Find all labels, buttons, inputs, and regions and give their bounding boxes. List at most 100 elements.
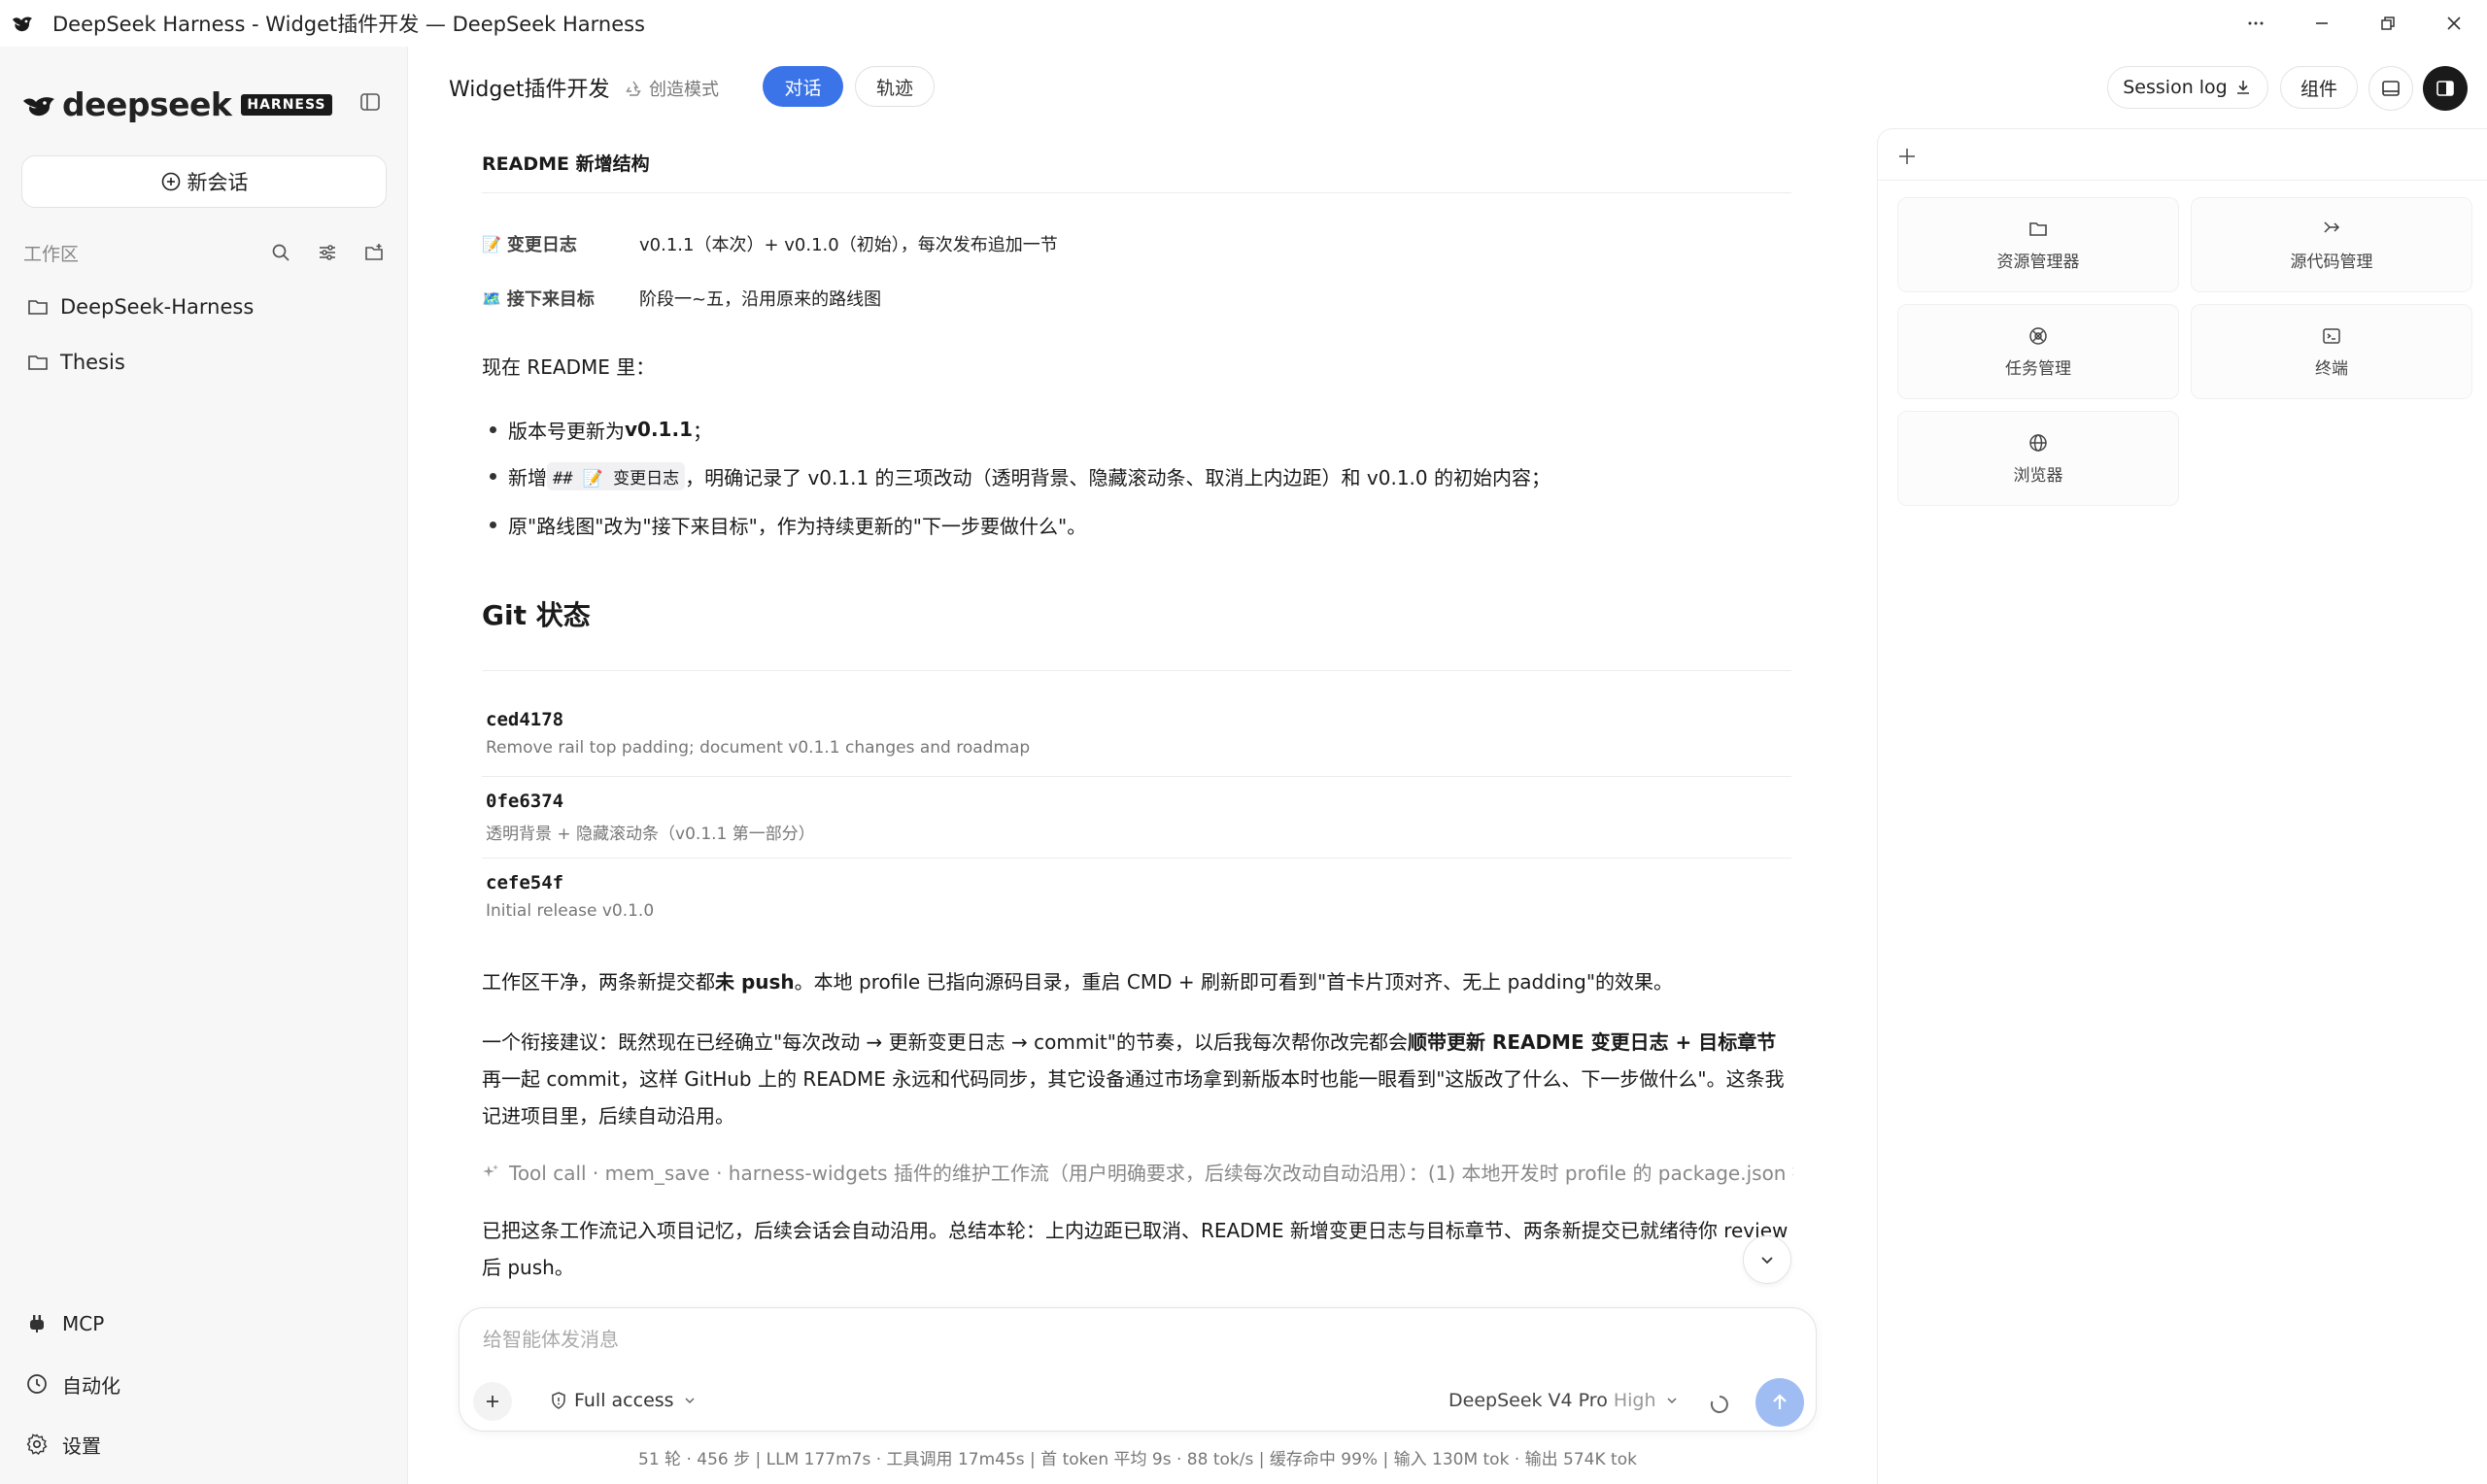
message-composer: Full access DeepSeek V4 Pro High bbox=[459, 1307, 1817, 1432]
bullet-text: 原"路线图"改为"接下来目标"，作为持续更新的"下一步要做什么"。 bbox=[508, 514, 1087, 538]
search-icon bbox=[272, 244, 290, 261]
gear-icon bbox=[26, 1433, 48, 1455]
bullet-text: ； bbox=[692, 419, 712, 443]
attach-button[interactable] bbox=[473, 1382, 512, 1421]
download-icon bbox=[2236, 81, 2249, 94]
bottom-panel-toggle-button[interactable] bbox=[2368, 66, 2413, 111]
restore-icon bbox=[2381, 17, 2395, 30]
paragraph: 一个衔接建议：既然现在已经确立"每次改动 → 更新变更日志 → commit"的… bbox=[482, 1024, 1793, 1134]
readme-heading: README 新增结构 bbox=[482, 153, 650, 175]
list-item: 版本号更新为 v0.1.1； bbox=[482, 412, 1793, 447]
git-branch-icon bbox=[2324, 220, 2340, 233]
commit-item: ced4178 Remove rail top padding; documen… bbox=[486, 709, 1791, 758]
sidebar-toggle-button[interactable] bbox=[356, 87, 385, 117]
add-panel-tab-button[interactable] bbox=[1891, 141, 1923, 172]
session-log-label: Session log bbox=[2123, 77, 2228, 98]
chevron-down-icon bbox=[1761, 1257, 1773, 1265]
sidebar-item-label: 自动化 bbox=[62, 1373, 120, 1398]
table-value: 阶段一~五，沿用原来的路线图 bbox=[639, 289, 882, 310]
paragraph: 已把这条工作流记入项目记忆，后续会话会自动沿用。总结本轮：上内边距已取消、REA… bbox=[482, 1219, 1789, 1279]
globe-icon bbox=[2029, 433, 2047, 452]
task-icon bbox=[2029, 326, 2047, 345]
table-key: 🗺️ 接下来目标 bbox=[482, 286, 639, 311]
paragraph-text: 。本地 profile 已指向源码目录，重启 CMD + 刷新即可看到"首卡片顶… bbox=[794, 970, 1674, 994]
minimize-button[interactable] bbox=[2289, 0, 2355, 47]
plus-icon bbox=[487, 1396, 498, 1407]
tool-card-terminal[interactable]: 终端 bbox=[2191, 304, 2472, 399]
terminal-icon bbox=[2323, 327, 2340, 344]
tool-card-label: 浏览器 bbox=[2013, 465, 2063, 486]
paragraph-text: 一个衔接建议：既然现在已经确立"每次改动 → 更新变更日志 → commit"的… bbox=[482, 1030, 1408, 1054]
sidebar-toggle-icon bbox=[360, 93, 380, 111]
commit-message: Initial release v0.1.0 bbox=[486, 901, 655, 921]
session-stats: 51 轮 · 456 步 | LLM 177m7s · 工具调用 17m45s … bbox=[638, 1450, 1637, 1469]
tool-call-text: Tool call · mem_save · harness-widgets 插… bbox=[509, 1162, 1793, 1185]
access-level-dropdown[interactable]: Full access bbox=[549, 1390, 703, 1411]
scroll-to-bottom-button[interactable] bbox=[1743, 1235, 1791, 1284]
paragraph: 现在 README 里： bbox=[482, 355, 656, 379]
sidebar-item-automation[interactable]: 自动化 bbox=[25, 1365, 120, 1403]
tab-trace[interactable]: 轨迹 bbox=[855, 66, 935, 107]
main-header: Widget插件开发 创造模式 对话 轨迹 Session log 组件 bbox=[408, 47, 2487, 130]
more-options-button[interactable] bbox=[2223, 0, 2289, 47]
tool-card-explorer[interactable]: 资源管理器 bbox=[1897, 197, 2179, 292]
section-divider bbox=[482, 670, 1791, 671]
model-label: DeepSeek V4 Pro bbox=[1448, 1390, 1608, 1411]
workspace-search-button[interactable] bbox=[266, 238, 295, 267]
folder-label: DeepSeek-Harness bbox=[60, 295, 255, 319]
table-key: 📝 变更日志 bbox=[482, 231, 639, 256]
folder-item-thesis[interactable]: Thesis bbox=[27, 343, 125, 382]
workspace-filter-button[interactable] bbox=[313, 238, 342, 267]
restore-button[interactable] bbox=[2355, 0, 2421, 47]
list-item: 新增 ## 📝 变更日志 ，明确记录了 v0.1.1 的三项改动（透明背景、隐藏滚… bbox=[482, 458, 1793, 493]
bullet-bold: v0.1.1 bbox=[625, 418, 693, 441]
tab-chat[interactable]: 对话 bbox=[763, 66, 843, 107]
new-chat-button[interactable]: 新会话 bbox=[21, 155, 387, 208]
sidebar: deepseek HARNESS 新会话 工作区 DeepSeek-Harnes… bbox=[0, 47, 408, 1484]
table-key-label: 接下来目标 bbox=[506, 289, 595, 310]
commit-divider bbox=[482, 776, 1791, 777]
workspace-add-folder-button[interactable] bbox=[359, 238, 389, 267]
components-button[interactable]: 组件 bbox=[2280, 66, 2358, 109]
commit-hash: 0fe6374 bbox=[486, 791, 564, 812]
model-selector[interactable]: DeepSeek V4 Pro High bbox=[1448, 1390, 1680, 1411]
recycle-icon bbox=[626, 81, 641, 96]
table-key-label: 变更日志 bbox=[506, 235, 577, 255]
mode-indicator[interactable]: 创造模式 bbox=[624, 76, 719, 101]
sidebar-item-mcp[interactable]: MCP bbox=[25, 1304, 104, 1343]
project-title: Widget插件开发 bbox=[449, 78, 610, 102]
paragraph-text: 再一起 commit，这样 GitHub 上的 README 永远和代码同步，其… bbox=[482, 1067, 1785, 1128]
plus-icon bbox=[1899, 149, 1915, 164]
session-log-button[interactable]: Session log bbox=[2107, 66, 2268, 109]
close-icon bbox=[2447, 17, 2461, 30]
table-row: 📝 变更日志 v0.1.1（本次）+ v0.1.0（初始），每次发布追加一节 bbox=[482, 219, 1791, 268]
tool-call-row[interactable]: Tool call · mem_save · harness-widgets 插… bbox=[482, 1158, 1793, 1186]
access-label: Full access bbox=[574, 1390, 674, 1411]
sliders-icon bbox=[320, 245, 335, 260]
tool-card-browser[interactable]: 浏览器 bbox=[1897, 411, 2179, 506]
send-button[interactable] bbox=[1755, 1378, 1804, 1427]
more-icon bbox=[2248, 21, 2264, 25]
sidebar-item-label: MCP bbox=[62, 1312, 105, 1335]
commit-hash: ced4178 bbox=[486, 709, 564, 730]
panel-bottom-icon bbox=[2382, 81, 2400, 96]
new-chat-label: 新会话 bbox=[187, 171, 249, 194]
bullet-text: 新增 bbox=[508, 465, 547, 489]
commit-divider bbox=[482, 858, 1791, 859]
tool-card-source-control[interactable]: 源代码管理 bbox=[2191, 197, 2472, 292]
workspace-label: 工作区 bbox=[23, 243, 80, 265]
close-window-button[interactable] bbox=[2421, 0, 2487, 47]
sidebar-item-label: 设置 bbox=[62, 1433, 101, 1458]
folder-item-deepseek-harness[interactable]: DeepSeek-Harness bbox=[27, 287, 254, 326]
tool-card-task-manager[interactable]: 任务管理 bbox=[1897, 304, 2179, 399]
inline-code: ## 📝 变更日志 bbox=[547, 461, 686, 490]
list-item: 原"路线图"改为"接下来目标"，作为持续更新的"下一步要做什么"。 bbox=[482, 507, 1793, 542]
chat-transcript: README 新增结构 📝 变更日志 v0.1.1（本次）+ v0.1.0（初始… bbox=[482, 130, 1793, 1292]
commit-item: 0fe6374 透明背景 + 隐藏滚动条（v0.1.1 第一部分） bbox=[486, 791, 1791, 844]
components-label: 组件 bbox=[2300, 78, 2337, 100]
commit-item: cefe54f Initial release v0.1.0 bbox=[486, 872, 1791, 921]
sidebar-item-settings[interactable]: 设置 bbox=[25, 1425, 101, 1464]
right-panel-toggle-button[interactable] bbox=[2423, 66, 2468, 111]
message-input[interactable] bbox=[483, 1322, 1785, 1357]
commit-hash: cefe54f bbox=[486, 872, 564, 894]
